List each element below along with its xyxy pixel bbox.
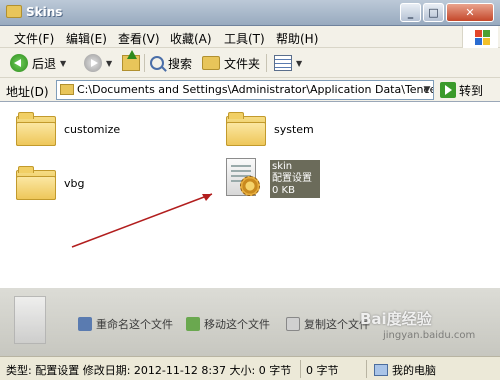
- rename-icon: [78, 317, 92, 331]
- menu-help[interactable]: 帮助(H): [276, 30, 318, 47]
- go-button[interactable]: 转到: [440, 81, 483, 99]
- views-button[interactable]: ▼: [274, 53, 302, 73]
- maximize-button[interactable]: □: [423, 3, 444, 22]
- annotation-arrow: [71, 193, 213, 248]
- task-move[interactable]: 移动这个文件: [186, 316, 270, 332]
- search-icon: [150, 56, 164, 70]
- chevron-down-icon: ▼: [296, 58, 303, 68]
- window-title: Skins: [26, 5, 63, 19]
- menu-view[interactable]: 查看(V): [118, 30, 160, 47]
- move-icon: [186, 317, 200, 331]
- up-folder-icon: [122, 50, 140, 71]
- copy-icon: [286, 317, 300, 331]
- up-folder-button[interactable]: [122, 50, 140, 73]
- status-info: 类型: 配置设置 修改日期: 2012-11-12 8:37 大小: 0 字节: [6, 364, 292, 377]
- toolbar-divider: [266, 54, 267, 72]
- task-label: 移动这个文件: [204, 318, 270, 331]
- task-rename[interactable]: 重命名这个文件: [78, 316, 173, 332]
- address-bar: 地址(D) C:\Documents and Settings\Administ…: [0, 78, 500, 102]
- toolbar-divider: [144, 54, 145, 72]
- folder-icon: [6, 5, 22, 18]
- menu-tools[interactable]: 工具(T): [224, 30, 265, 47]
- menu-favorites[interactable]: 收藏(A): [170, 30, 212, 47]
- go-label: 转到: [459, 83, 484, 98]
- folders-button[interactable]: 文件夹: [202, 53, 260, 73]
- search-label: 搜索: [168, 56, 193, 71]
- close-button[interactable]: ✕: [446, 3, 494, 22]
- views-icon: [274, 55, 292, 71]
- search-button[interactable]: 搜索: [150, 53, 192, 73]
- details-panel: 重命名这个文件 移动这个文件 复制这个文件 Bai度经验 jingyan.bai…: [0, 288, 500, 356]
- task-copy[interactable]: 复制这个文件: [286, 316, 370, 332]
- address-label: 地址(D): [6, 85, 49, 99]
- status-divider: [366, 360, 367, 378]
- title-bar: Skins _ □ ✕: [0, 0, 500, 26]
- watermark-url: jingyan.baidu.com: [383, 330, 476, 341]
- file-preview-icon: [14, 296, 46, 344]
- back-label: 后退: [32, 56, 57, 71]
- forward-button[interactable]: ▼: [84, 53, 112, 73]
- minimize-button[interactable]: _: [400, 3, 421, 22]
- chevron-down-icon: ▼: [60, 58, 67, 68]
- status-size: 0 字节: [306, 364, 339, 377]
- task-label: 重命名这个文件: [96, 318, 173, 331]
- chevron-down-icon: ▼: [106, 58, 113, 68]
- watermark: Bai度经验: [360, 310, 432, 328]
- windows-logo-icon: [462, 26, 498, 48]
- folders-label: 文件夹: [224, 56, 261, 71]
- status-divider: [300, 360, 301, 378]
- folder-icon: [60, 84, 74, 95]
- file-list: customize system vbg skin 配置设置 0 KB: [0, 102, 500, 288]
- toolbar: 后退 ▼ ▼ 搜索 文件夹 ▼: [0, 48, 500, 78]
- forward-arrow-icon: [84, 54, 102, 72]
- computer-icon: [374, 364, 388, 376]
- menu-file[interactable]: 文件(F): [14, 30, 54, 47]
- address-value: C:\Documents and Settings\Administrator\…: [77, 83, 434, 96]
- menu-edit[interactable]: 编辑(E): [66, 30, 107, 47]
- address-dropdown-button[interactable]: ▼: [420, 81, 434, 99]
- back-button[interactable]: 后退 ▼: [10, 53, 66, 73]
- back-arrow-icon: [10, 54, 28, 72]
- address-input[interactable]: C:\Documents and Settings\Administrator\…: [56, 80, 434, 100]
- status-bar: 类型: 配置设置 修改日期: 2012-11-12 8:37 大小: 0 字节 …: [0, 356, 500, 380]
- menu-bar: 文件(F) 编辑(E) 查看(V) 收藏(A) 工具(T) 帮助(H): [0, 26, 500, 48]
- go-arrow-icon: [440, 82, 456, 98]
- folders-icon: [202, 56, 220, 70]
- location-label: 我的电脑: [392, 364, 436, 377]
- status-location: 我的电脑: [374, 362, 436, 378]
